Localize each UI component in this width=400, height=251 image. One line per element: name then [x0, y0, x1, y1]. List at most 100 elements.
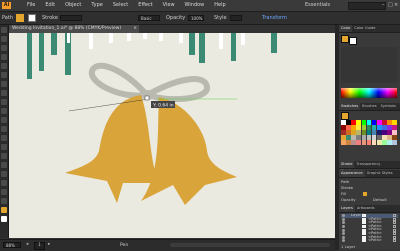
fill-color-icon[interactable]: [1, 207, 7, 213]
search-input[interactable]: [348, 2, 386, 10]
swatch-cell[interactable]: [371, 120, 377, 125]
artboard[interactable]: Y: 0.64 in: [9, 33, 335, 238]
sublayer-row[interactable]: <Path>: [341, 239, 398, 243]
zoom-tool-icon[interactable]: [1, 198, 7, 204]
direct-selection-tool-icon[interactable]: [1, 36, 7, 42]
swatch-cell[interactable]: [387, 140, 392, 145]
color-panel-stroke-swatch[interactable]: [349, 37, 357, 45]
swatch-cell[interactable]: [361, 125, 367, 130]
swatch-cell[interactable]: [361, 140, 367, 145]
minimize-button[interactable]: –: [382, 2, 386, 8]
swatch-cell[interactable]: [361, 130, 367, 135]
ribbon-bow[interactable]: [88, 62, 210, 103]
swatch-cell[interactable]: [371, 130, 377, 135]
swatch-cell[interactable]: [351, 130, 356, 135]
hand-tool-icon[interactable]: [1, 189, 7, 195]
artboard-number-field[interactable]: 1: [34, 242, 45, 250]
swatch-cell[interactable]: [361, 135, 367, 140]
shape-builder-tool-icon[interactable]: [1, 162, 7, 168]
tab-appearance[interactable]: Appearance: [339, 170, 365, 177]
swatch-cell[interactable]: [341, 140, 346, 145]
swatch-cell[interactable]: [382, 125, 387, 130]
width-tool-icon[interactable]: [1, 144, 7, 150]
swatches-active-fill[interactable]: [341, 112, 349, 120]
style-swatch[interactable]: [230, 15, 242, 21]
tab-color[interactable]: Color: [339, 25, 353, 32]
zoom-field[interactable]: 88%: [3, 242, 21, 248]
swatch-cell[interactable]: [341, 120, 346, 125]
swatch-cell[interactable]: [387, 135, 392, 140]
swatch-cell[interactable]: [356, 130, 362, 135]
swatch-grid[interactable]: [341, 120, 397, 154]
close-window-button[interactable]: ×: [394, 2, 398, 8]
swatch-cell[interactable]: [392, 125, 397, 130]
tab-stroke[interactable]: Stroke: [339, 161, 355, 168]
left-bell[interactable]: [65, 95, 159, 203]
swatch-cell[interactable]: [366, 135, 372, 140]
swatch-cell[interactable]: [392, 140, 397, 145]
swatch-cell[interactable]: [376, 135, 382, 140]
swatch-cell[interactable]: [376, 125, 382, 130]
swatch-cell[interactable]: [376, 140, 382, 145]
eyedropper-tool-icon[interactable]: [1, 180, 7, 186]
swatch-cell[interactable]: [346, 120, 351, 125]
tab-symbols[interactable]: Symbols: [379, 103, 398, 110]
appearance-opacity-row[interactable]: Opacity: [341, 197, 356, 202]
swatch-cell[interactable]: [366, 125, 372, 130]
menu-file[interactable]: File: [22, 0, 40, 11]
swatch-cell[interactable]: [351, 135, 356, 140]
swatch-cell[interactable]: [341, 135, 346, 140]
swatch-cell[interactable]: [371, 125, 377, 130]
maximize-button[interactable]: □: [388, 2, 393, 8]
stroke-color-icon[interactable]: [1, 216, 7, 222]
rotate-tool-icon[interactable]: [1, 126, 7, 132]
brush-definition-field[interactable]: Basic: [138, 15, 160, 21]
gradient-tool-icon[interactable]: [1, 171, 7, 177]
swatch-cell[interactable]: [387, 130, 392, 135]
menu-object[interactable]: Object: [60, 0, 86, 11]
swatch-cell[interactable]: [356, 140, 362, 145]
swatch-cell[interactable]: [366, 140, 372, 145]
swatch-cell[interactable]: [341, 130, 346, 135]
swatch-cell[interactable]: [392, 120, 397, 125]
swatch-cell[interactable]: [366, 120, 372, 125]
transform-link[interactable]: Transform: [262, 12, 287, 24]
swatch-cell[interactable]: [346, 140, 351, 145]
menu-view[interactable]: View: [158, 0, 180, 11]
blob-brush-tool-icon[interactable]: [1, 108, 7, 114]
menu-type[interactable]: Type: [86, 0, 107, 11]
tab-transparency[interactable]: Transparency: [354, 161, 382, 168]
swatch-cell[interactable]: [371, 140, 377, 145]
swatch-cell[interactable]: [351, 125, 356, 130]
appearance-fill-swatch[interactable]: [363, 191, 367, 196]
workspace-switcher[interactable]: Essentials: [305, 2, 335, 8]
appearance-stroke-row[interactable]: Stroke: [341, 185, 353, 190]
swatch-cell[interactable]: [346, 125, 351, 130]
selection-tool-icon[interactable]: [1, 27, 7, 33]
color-sliders-area[interactable]: [341, 47, 397, 83]
swatch-cell[interactable]: [361, 120, 367, 125]
swatch-cell[interactable]: [351, 120, 356, 125]
canvas-area[interactable]: Y: 0.64 in: [9, 33, 335, 238]
tab-graphic-styles[interactable]: Graphic Styles: [365, 170, 395, 177]
menu-select[interactable]: Select: [108, 0, 133, 11]
swatch-cell[interactable]: [356, 125, 362, 130]
type-tool-icon[interactable]: [1, 63, 7, 69]
swatch-cell[interactable]: [356, 120, 362, 125]
eraser-tool-icon[interactable]: [1, 117, 7, 123]
swatch-cell[interactable]: [382, 140, 387, 145]
fill-swatch[interactable]: [16, 14, 24, 22]
swatch-cell[interactable]: [351, 140, 356, 145]
next-artboard-icon[interactable]: ▸: [48, 242, 50, 248]
stroke-weight-field[interactable]: [60, 15, 82, 21]
swatch-cell[interactable]: [387, 125, 392, 130]
tab-swatches[interactable]: Swatches: [339, 103, 361, 110]
line-tool-icon[interactable]: [1, 72, 7, 78]
swatch-cell[interactable]: [346, 130, 351, 135]
swatch-cell[interactable]: [382, 130, 387, 135]
swatch-cell[interactable]: [356, 135, 362, 140]
tab-layers[interactable]: Layers: [339, 205, 355, 212]
pen-tool-icon[interactable]: [1, 54, 7, 60]
close-document-icon[interactable]: ×: [133, 25, 137, 33]
swatch-cell[interactable]: [382, 135, 387, 140]
